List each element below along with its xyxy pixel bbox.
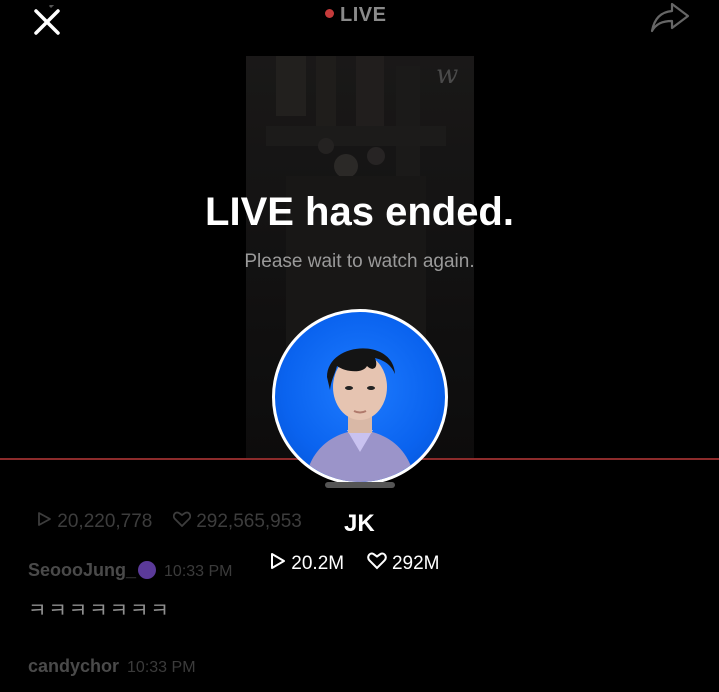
play-icon [36,511,52,532]
background-like-count: 292,565,953 [196,511,302,532]
view-count: 20.2M [291,553,345,574]
share-button[interactable] [650,0,690,34]
background-stats: 20,220,778 292,565,953 [36,511,302,533]
play-icon [268,553,286,575]
live-ended-title: LIVE has ended. [205,190,514,234]
close-icon [34,0,60,35]
comment-time: 10:33 PM [164,563,233,580]
comment-time: 10:33 PM [127,659,196,676]
heart-icon [172,511,192,532]
video-watermark: w [436,60,459,90]
live-label: LIVE [340,4,387,26]
share-icon [650,2,690,33]
verified-badge-icon [138,561,157,579]
profile-photo [305,348,415,482]
comment-text: ㅋㅋㅋㅋㅋㅋㅋ [28,600,171,622]
profile-name: JK [344,510,375,537]
comment-username[interactable]: candychor [28,656,119,676]
profile-stats: 20.2M 292M [268,552,439,576]
top-bar: LIVE [0,0,719,40]
live-dot-icon [325,9,334,18]
comment-header: candychor 10:33 PM [28,656,196,677]
background-view-count: 20,220,778 [57,511,153,532]
comment-username[interactable]: SeoooJung_ [28,560,136,580]
heart-icon [366,552,387,575]
live-indicator: LIVE [325,4,386,27]
live-ended-subtitle: Please wait to watch again. [244,251,475,272]
avatar[interactable] [272,309,448,485]
drag-handle[interactable] [325,482,395,488]
like-count: 292M [391,553,440,574]
comment-header: SeoooJung_ 10:33 PM [28,560,233,581]
close-button[interactable] [30,0,64,39]
